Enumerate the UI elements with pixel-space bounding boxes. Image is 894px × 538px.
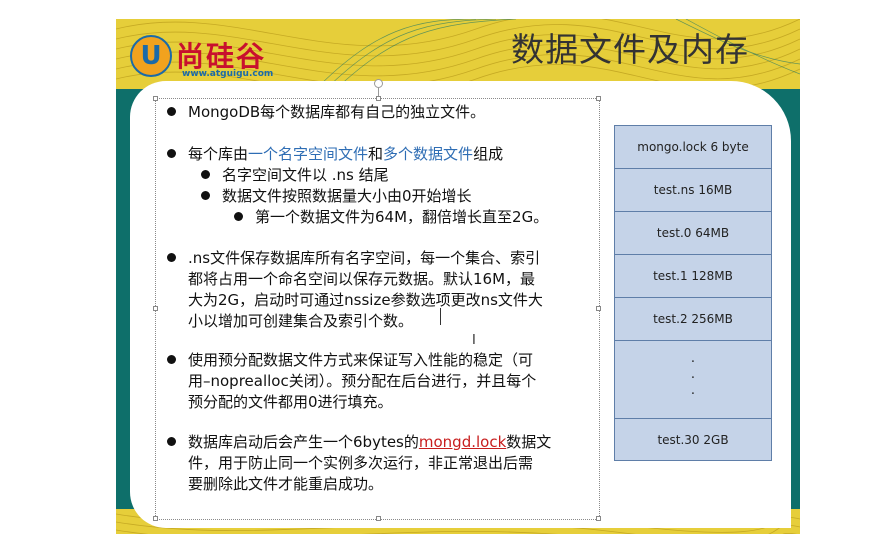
ellipsis-dot-2: · [690,371,696,386]
bullet-dot [201,170,210,179]
bullet-5-line-2: 件，用于防止同一个实例多次运行，非正常退出后需 [188,454,534,472]
logo-url: www.atguigu.com [182,69,274,79]
logo-u-icon: U [130,35,172,77]
resize-handle-e[interactable] [596,306,601,311]
ellipsis-dot-3: · [690,387,696,402]
highlight-namespace-file: 一个名字空间文件 [248,145,369,163]
bullet-5-line-3: 要删除此文件才能重启成功。 [188,475,384,493]
rotate-handle[interactable] [374,79,383,88]
bullet-3: .ns文件保存数据库所有名字空间，每一个集合、索引 [167,248,540,269]
ibeam-cursor-icon: Ⅰ [472,333,476,348]
bullet-3-line-2: 都将占用一个命名空间以保存元数据。默认16M，最 [188,270,536,288]
resize-handle-s[interactable] [376,516,381,521]
resize-handle-w[interactable] [153,306,158,311]
file-cell-test-2: test.2 256MB [614,297,772,340]
resize-handle-nw[interactable] [153,96,158,101]
file-cell-test-ns: test.ns 16MB [614,168,772,211]
atguigu-logo: U 尚硅谷 www.atguigu.com [130,35,290,87]
bullet-dot [167,253,176,262]
file-cell-test-30: test.30 2GB [614,418,772,461]
resize-handle-se[interactable] [596,516,601,521]
file-cell-ellipsis: · · · [614,340,772,418]
data-file-stack: mongo.lock 6 byte test.ns 16MB test.0 64… [614,125,772,461]
bullet-2: 每个库由一个名字空间文件和多个数据文件组成 [167,144,503,165]
bullet-4: 使用预分配数据文件方式来保证写入性能的稳定（可 [167,350,533,371]
sub-sub-bullet-1: 第一个数据文件为64M，翻倍增长直至2G。 [234,207,548,228]
resize-handle-n[interactable] [376,96,381,101]
bullet-dot [234,212,243,221]
ellipsis-dot-1: · [690,355,696,370]
bullet-dot [201,191,210,200]
bullet-5: 数据库启动后会产生一个6bytes的mongd.lock数据文 [167,432,551,453]
bullet-dot [167,149,176,158]
bullet-4-line-3: 预分配的文件都用0进行填充。 [188,393,393,411]
file-cell-test-1: test.1 128MB [614,254,772,297]
sub-bullet-2: 数据文件按照数据量大小由0开始增长 [201,186,472,207]
text-caret [440,308,441,325]
bullet-dot [167,107,176,116]
slide-title: 数据文件及内存 [511,30,749,69]
highlight-data-files: 多个数据文件 [383,145,474,163]
bullet-dot [167,437,176,446]
bullet-1: MongoDB每个数据库都有自己的独立文件。 [167,102,485,123]
bullet-3-line-4: 小以增加可创建集合及索引个数。 [188,312,414,330]
resize-handle-ne[interactable] [596,96,601,101]
bullet-4-line-2: 用–noprealloc关闭）。预分配在后台进行，并且每个 [188,372,537,390]
sub-bullet-1: 名字空间文件以 .ns 结尾 [201,165,389,186]
file-cell-mongo-lock: mongo.lock 6 byte [614,125,772,168]
bullet-dot [167,355,176,364]
file-cell-test-0: test.0 64MB [614,211,772,254]
resize-handle-sw[interactable] [153,516,158,521]
highlight-mongod-lock: mongd.lock [418,433,507,451]
bullet-3-line-3: 大为2G，启动时可通过nssize参数选项更改ns文件大 [188,291,543,309]
